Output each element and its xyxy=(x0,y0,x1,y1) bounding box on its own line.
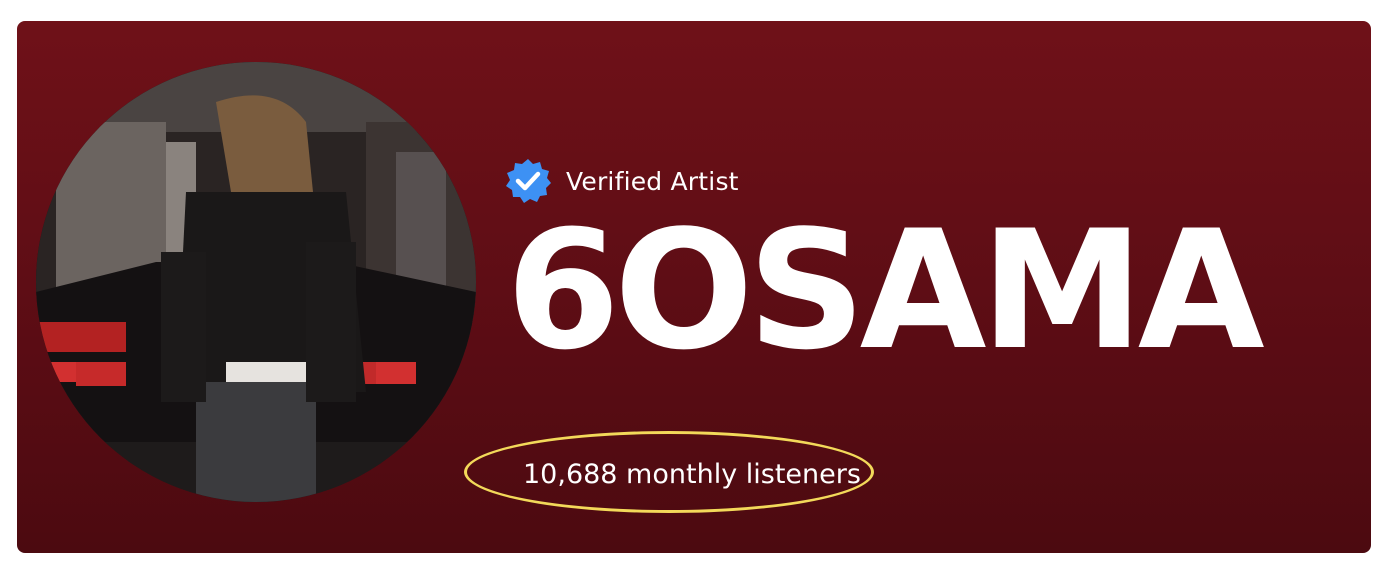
artist-info: Verified Artist 6OSAMA 10,688 monthly li… xyxy=(504,21,1371,553)
artist-name: 6OSAMA xyxy=(506,195,1265,386)
monthly-listeners: 10,688 monthly listeners xyxy=(523,459,861,490)
artist-header: Verified Artist 6OSAMA 10,688 monthly li… xyxy=(17,21,1371,553)
artist-avatar xyxy=(36,62,476,502)
verified-artist-label: Verified Artist xyxy=(566,166,739,196)
